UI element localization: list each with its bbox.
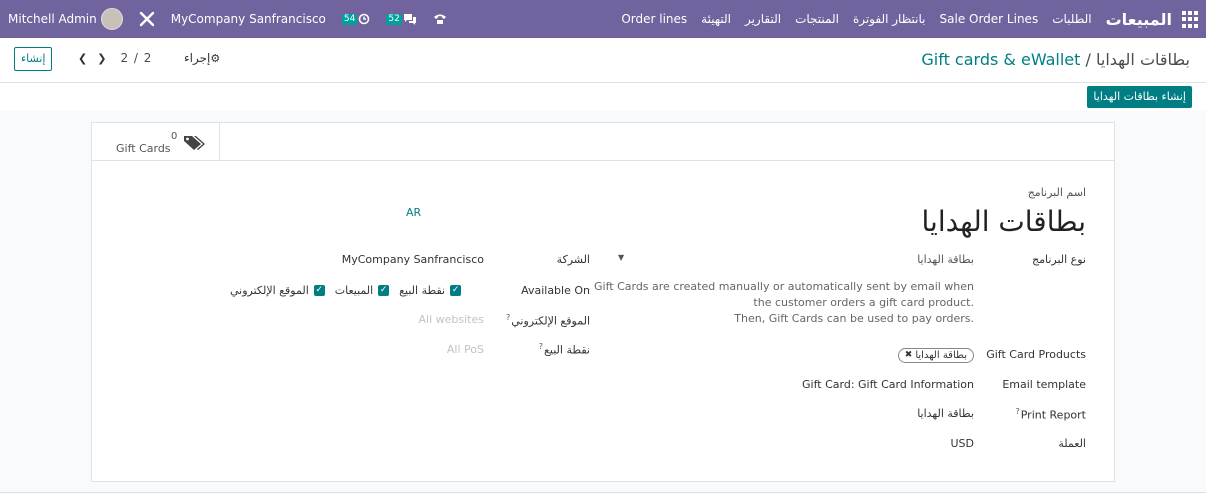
debug-tools-icon[interactable] [139,11,155,27]
menu-sale-order-lines[interactable]: Sale Order Lines [940,12,1039,26]
breadcrumb: Gift cards & eWallet / بطاقات الهدايا [921,50,1190,69]
checkmark-icon: ✓ [450,285,462,296]
program-type-help: Gift Cards are created manually or autom… [594,279,974,327]
top-navbar: المبيعات الطلبات Sale Order Lines بانتظا… [0,0,1206,38]
menu-products[interactable]: المنتجات [795,12,839,26]
activity-count-badge: 54 [341,13,358,25]
help-line: the customer orders a gift card product. [753,296,974,309]
user-name: Mitchell Admin [8,12,97,26]
program-name-field[interactable]: بطاقات الهدايا [922,205,1087,238]
clock-icon [359,13,370,25]
action-menu-button[interactable]: إجراء ⚙ [184,51,222,65]
pos-field[interactable]: All PoS [447,343,484,356]
tags-icon [184,136,205,150]
action-label: إجراء [184,51,211,65]
gift-card-products-label: Gift Card Products [986,348,1086,361]
menu-reporting[interactable]: التقارير [745,12,781,26]
systray: Mitchell Admin MyCompany Sanfrancisco 54… [8,8,463,30]
gear-icon: ⚙ [210,51,221,65]
print-report-field[interactable]: بطاقة الهدايا [917,407,974,420]
stat-value: 0 [171,131,178,142]
company-field[interactable]: MyCompany Sanfrancisco [342,253,484,266]
available-on-checkboxes: ✓ نقطة البيع ✓ المبيعات ✓ الموقع الإلكتروني [220,284,462,297]
website-label: الموقع الإلكتروني? [506,313,590,328]
gift-cards-stat-button[interactable]: 0 Gift Cards [92,123,220,160]
app-brand[interactable]: المبيعات [1106,10,1172,29]
program-type-select[interactable]: بطاقة الهدايا [917,253,974,266]
breadcrumb-parent[interactable]: Gift cards & eWallet [921,50,1080,69]
print-report-label: Print Report? [1015,407,1086,422]
available-on-label: Available On [521,284,590,297]
company-label: الشركة [556,253,590,266]
product-tag-label: بطاقة الهدايا [915,350,967,361]
breadcrumb-separator: / [1085,50,1091,69]
website-checkbox[interactable]: ✓ الموقع الإلكتروني [230,284,325,297]
language-button[interactable]: AR [406,206,421,219]
activity-menu[interactable]: 54 [341,13,370,25]
currency-field[interactable]: USD [950,437,974,450]
product-tag[interactable]: بطاقة الهدايا ✖ [897,348,974,363]
user-menu[interactable]: Mitchell Admin [8,8,123,30]
company-switcher[interactable]: MyCompany Sanfrancisco [171,12,326,26]
phone-icon[interactable] [433,13,447,25]
menu-configuration[interactable]: التهيئة [701,12,731,26]
website-field[interactable]: All websites [419,313,484,326]
email-template-label: Email template [1002,378,1086,391]
generate-gift-cards-button[interactable]: إنشاء بطاقات الهدايا [1087,86,1192,108]
stat-label: Gift Cards [116,142,171,155]
program-type-label: نوع البرنامج [1031,253,1086,266]
pager-previous-icon[interactable]: ❮ [78,52,87,65]
pager-next-icon[interactable]: ❯ [97,52,106,65]
help-icon[interactable]: ? [539,342,543,351]
checkmark-icon: ✓ [313,285,325,296]
pager-value[interactable]: 2 / 2 [120,51,152,65]
breadcrumb-current: بطاقات الهدايا [1096,50,1190,69]
help-line: Then, Gift Cards can be used to pay orde… [734,312,974,325]
menu-order-lines[interactable]: Order lines [621,12,687,26]
checkmark-icon: ✓ [378,285,390,296]
messaging-menu[interactable]: 52 [386,13,416,25]
chat-icon [403,14,416,25]
create-button[interactable]: إنشاء [14,47,53,71]
menu-orders[interactable]: الطلبات [1052,12,1091,26]
control-panel: Gift cards & eWallet / بطاقات الهدايا إن… [0,38,1206,111]
avatar [100,8,123,30]
help-icon[interactable]: ? [506,313,510,322]
pager: ❮ ❯ 2 / 2 [78,51,152,65]
help-icon[interactable]: ? [1015,407,1019,416]
menu-to-invoice[interactable]: بانتظار الفوترة [853,12,926,26]
email-template-field[interactable]: Gift Card: Gift Card Information [802,378,974,391]
help-line: Gift Cards are created manually or autom… [594,280,975,293]
apps-grid-icon[interactable] [1180,10,1198,28]
statusbar: إنشاء بطاقات الهدايا [0,82,1206,111]
messages-count-badge: 52 [386,13,402,25]
pos-checkbox[interactable]: ✓ نقطة البيع [399,284,462,297]
pos-label: نقطة البيع? [538,342,590,357]
form-sheet: 0 Gift Cards اسم البرنامج بطاقات الهدايا… [91,122,1115,482]
button-box: 0 Gift Cards [92,123,1114,161]
close-icon[interactable]: ✖ [905,349,913,362]
sales-checkbox[interactable]: ✓ المبيعات [335,284,390,297]
currency-label: العملة [1058,437,1086,450]
program-name-label: اسم البرنامج [1027,186,1086,199]
chevron-down-icon[interactable]: ▼ [618,253,624,262]
divider [0,492,1206,493]
